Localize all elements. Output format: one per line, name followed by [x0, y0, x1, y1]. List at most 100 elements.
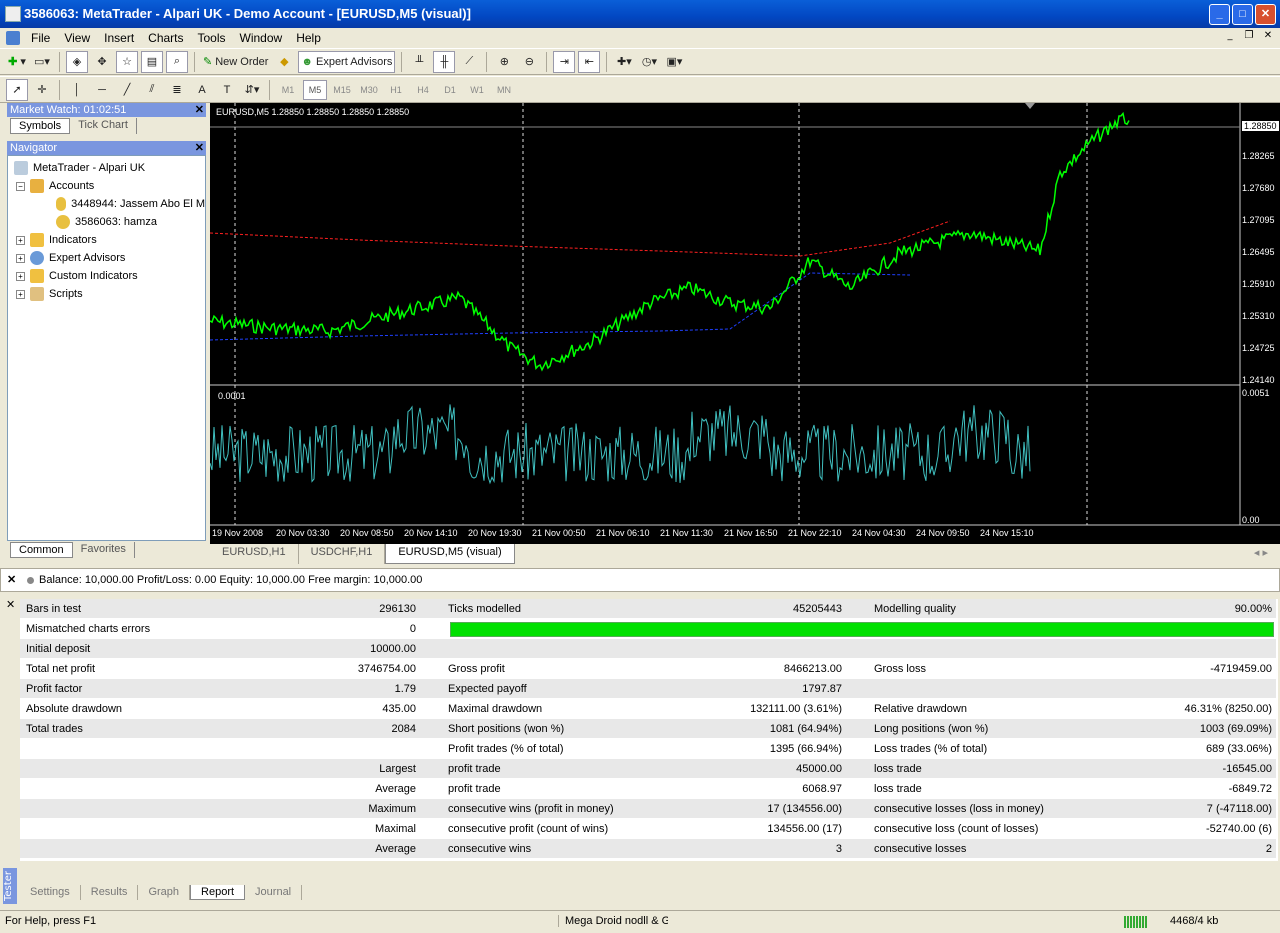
close-icon[interactable]: ✕: [6, 598, 15, 611]
chart-tab-eurusd-m5[interactable]: EURUSD,M5 (visual): [385, 544, 515, 564]
menu-window[interactable]: Window: [233, 31, 290, 45]
data-window-icon[interactable]: ✥: [91, 51, 113, 73]
nav-account-item[interactable]: 3586063: hamza: [8, 213, 205, 231]
line-chart-icon[interactable]: ⟋: [458, 51, 480, 73]
tab-common[interactable]: Common: [10, 542, 73, 558]
close-icon[interactable]: ✕: [195, 141, 204, 155]
menu-charts[interactable]: Charts: [141, 31, 190, 45]
alert-icon[interactable]: ◆: [273, 51, 295, 73]
market-watch-panel: Market Watch: 01:02:51 ✕ Symbols Tick Cha…: [7, 103, 206, 139]
chart-tab-eurusd-h1[interactable]: EURUSD,H1: [210, 544, 299, 564]
report-cell: consecutive wins: [448, 843, 532, 855]
autoscroll-icon[interactable]: ⇥: [553, 50, 576, 73]
periods-icon[interactable]: ◷▾: [638, 51, 660, 73]
menu-insert[interactable]: Insert: [97, 31, 141, 45]
templates-icon[interactable]: ▣▾: [663, 51, 685, 73]
report-cell: Profit factor: [26, 683, 83, 695]
tab-favorites[interactable]: Favorites: [73, 542, 135, 558]
tab-report[interactable]: Report: [190, 885, 246, 900]
tab-journal[interactable]: Journal: [245, 885, 303, 900]
timeframe-d1[interactable]: D1: [438, 85, 462, 95]
bar-chart-icon[interactable]: ╨: [408, 51, 430, 73]
report-cell: 2: [1265, 843, 1272, 855]
report-cell: Mismatched charts errors: [26, 623, 151, 635]
menu-file[interactable]: File: [24, 31, 57, 45]
collapse-icon[interactable]: −: [16, 181, 25, 191]
text-label-icon[interactable]: T: [216, 79, 238, 101]
expand-icon[interactable]: +: [16, 289, 25, 299]
nav-root[interactable]: MetaTrader - Alpari UK: [8, 159, 205, 177]
candlestick-icon[interactable]: ╫: [433, 50, 456, 73]
report-cell: Maximum: [368, 803, 416, 815]
nav-custom-indicators[interactable]: + Custom Indicators: [8, 267, 205, 285]
close-icon[interactable]: ✕: [7, 569, 16, 591]
mdi-restore-button[interactable]: ❐: [1241, 29, 1257, 43]
timeframe-m5[interactable]: M5: [303, 79, 327, 100]
arrows-icon[interactable]: ⇵▾: [241, 79, 263, 101]
menu-help[interactable]: Help: [289, 31, 328, 45]
timeframe-mn[interactable]: MN: [492, 85, 516, 95]
new-order-button[interactable]: ✎ New Order: [201, 51, 270, 73]
indicators-icon[interactable]: ✚▾: [613, 51, 635, 73]
text-icon[interactable]: A: [191, 79, 213, 101]
terminal-toggle-icon[interactable]: ▤: [141, 50, 163, 73]
nav-indicators[interactable]: + Indicators: [8, 231, 205, 249]
profiles-button[interactable]: ▭▾: [31, 51, 53, 73]
timeframe-m15[interactable]: M15: [330, 85, 354, 95]
timeframe-h1[interactable]: H1: [384, 85, 408, 95]
balance-text: Balance: 10,000.00 Profit/Loss: 0.00 Equ…: [39, 574, 423, 586]
toolbar-separator: [486, 51, 488, 72]
nav-accounts[interactable]: − Accounts: [8, 177, 205, 195]
time-label: 21 Nov 06:10: [596, 528, 650, 538]
close-icon[interactable]: ✕: [195, 103, 204, 117]
sub-scale-top: 0.0051: [1242, 388, 1270, 398]
navigator-toggle-icon[interactable]: ☆: [116, 50, 138, 73]
nav-expert-advisors[interactable]: + Expert Advisors: [8, 249, 205, 267]
vertical-line-icon[interactable]: │: [66, 79, 88, 101]
fibonacci-icon[interactable]: ≣: [166, 79, 188, 101]
mdi-minimize-button[interactable]: _: [1222, 29, 1238, 43]
nav-account-item[interactable]: 3448944: Jassem Abo El M: [8, 195, 205, 213]
mdi-close-button[interactable]: ✕: [1260, 29, 1276, 43]
timeframe-h4[interactable]: H4: [411, 85, 435, 95]
close-button[interactable]: ✕: [1255, 4, 1276, 25]
timeframe-w1[interactable]: W1: [465, 85, 489, 95]
horizontal-line-icon[interactable]: ─: [91, 79, 113, 101]
report-cell: Short positions (won %): [448, 723, 565, 735]
chart-tab-usdchf-h1[interactable]: USDCHF,H1: [299, 544, 386, 564]
zoom-out-icon[interactable]: ⊖: [518, 51, 540, 73]
price-label: 1.24725: [1242, 343, 1275, 353]
maximize-button[interactable]: □: [1232, 4, 1253, 25]
expert-advisors-button[interactable]: ☻ Expert Advisors: [298, 50, 396, 73]
tab-results[interactable]: Results: [81, 885, 139, 900]
expand-icon[interactable]: +: [16, 253, 25, 263]
tab-scroll-icon[interactable]: ◂ ▸: [1242, 544, 1280, 564]
price-chart[interactable]: EURUSD,M5 1.28850 1.28850 1.28850 1.2885…: [210, 103, 1280, 544]
tab-tick-chart[interactable]: Tick Chart: [70, 118, 137, 134]
tab-settings[interactable]: Settings: [20, 885, 81, 900]
chart-shift-icon[interactable]: ⇤: [578, 50, 601, 73]
accounts-icon: [30, 179, 44, 193]
menu-view[interactable]: View: [57, 31, 97, 45]
cursor-icon[interactable]: ➚: [6, 78, 28, 101]
nav-scripts[interactable]: + Scripts: [8, 285, 205, 303]
zoom-in-icon[interactable]: ⊕: [493, 51, 515, 73]
expand-icon[interactable]: +: [16, 271, 25, 281]
tab-graph[interactable]: Graph: [138, 885, 191, 900]
timeframe-m1[interactable]: M1: [276, 85, 300, 95]
trendline-icon[interactable]: ╱: [116, 79, 138, 101]
new-chart-button[interactable]: ✚ ▾: [6, 51, 28, 73]
toolbar-separator: [194, 51, 195, 72]
timeframe-m30[interactable]: M30: [357, 85, 381, 95]
expand-icon[interactable]: +: [16, 235, 25, 245]
report-cell: 1003 (69.09%): [1199, 723, 1272, 735]
market-watch-toggle-icon[interactable]: ◈: [66, 50, 88, 73]
tester-toggle-icon[interactable]: ⌕: [166, 50, 188, 73]
chart-canvas: [210, 103, 1280, 526]
crosshair-icon[interactable]: ✛: [31, 79, 53, 101]
tab-symbols[interactable]: Symbols: [10, 118, 71, 134]
minimize-button[interactable]: _: [1209, 4, 1230, 25]
equidistant-channel-icon[interactable]: ⫽: [141, 79, 163, 101]
report-cell: 90.00%: [1234, 603, 1272, 615]
menu-tools[interactable]: Tools: [191, 31, 233, 45]
